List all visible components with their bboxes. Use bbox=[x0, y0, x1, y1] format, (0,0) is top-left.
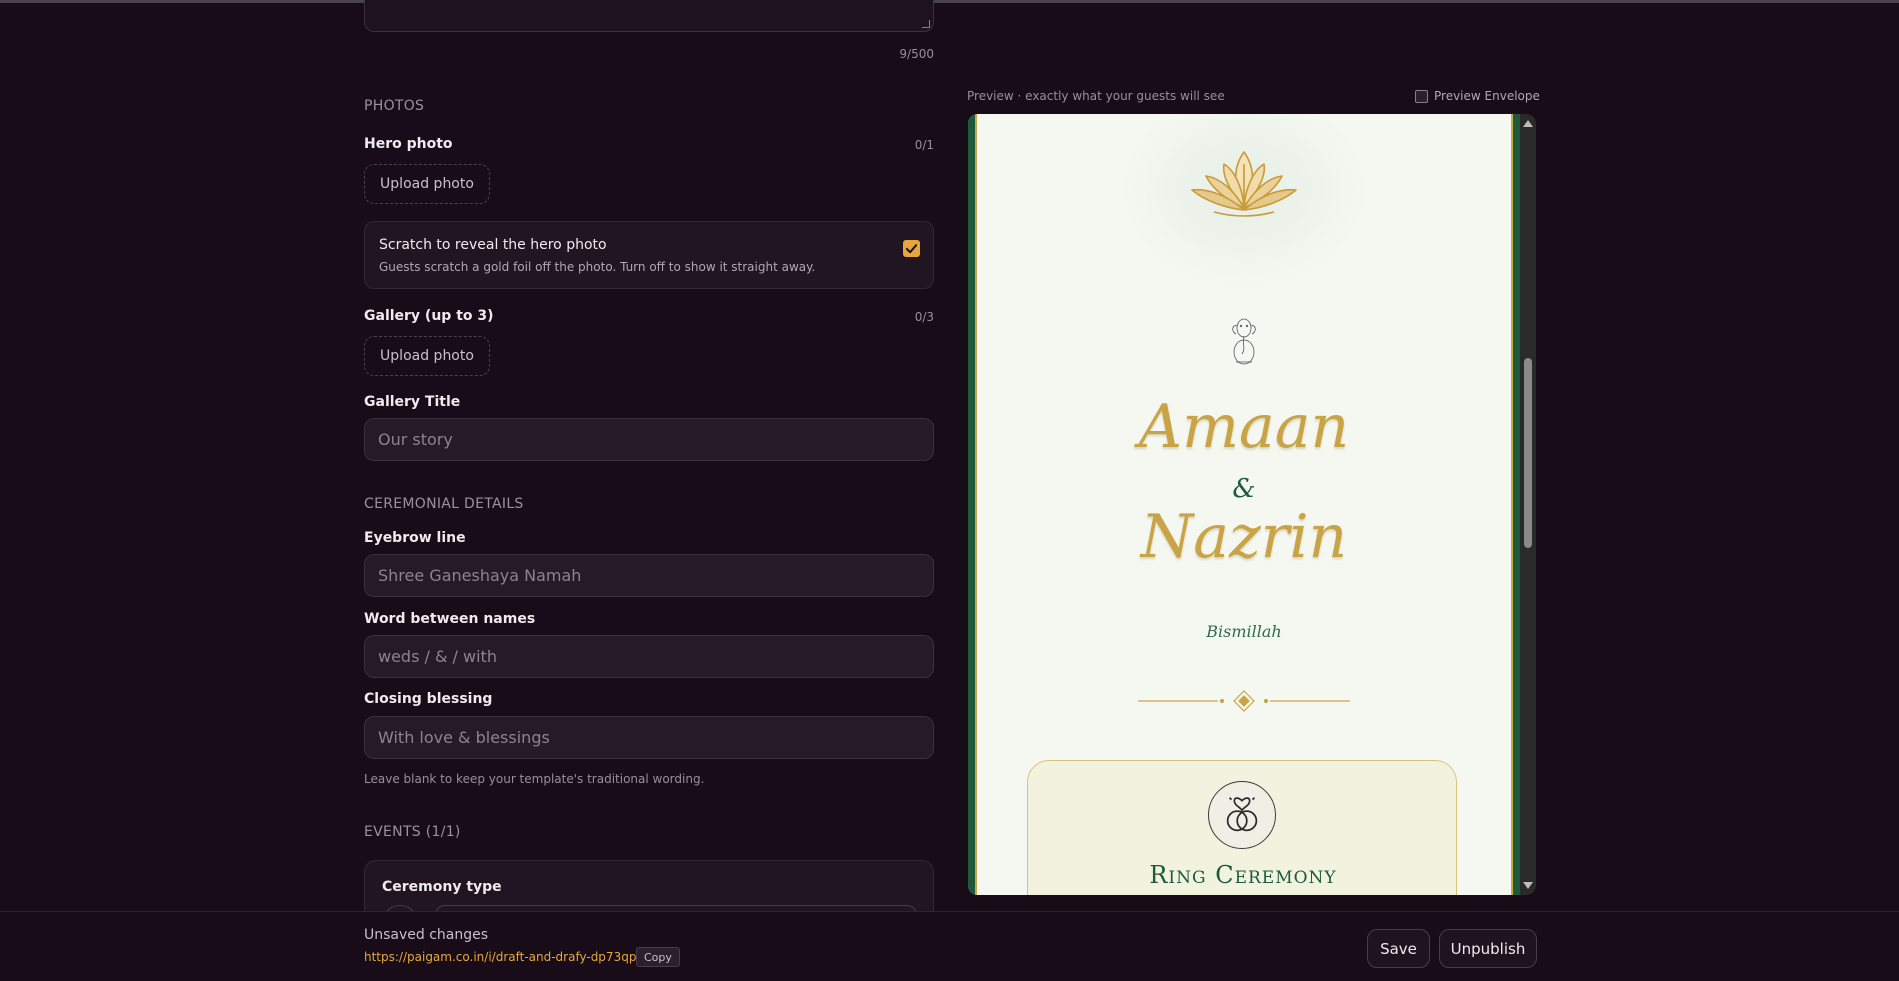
preview-envelope-toggle[interactable]: Preview Envelope bbox=[1415, 89, 1540, 103]
bottom-action-bar: Unsaved changes https://paigam.co.in/i/d… bbox=[0, 911, 1899, 981]
rings-icon bbox=[1208, 781, 1276, 849]
section-title-photos: PHOTOS bbox=[364, 98, 425, 114]
word-between-label: Word between names bbox=[364, 611, 536, 627]
ceremony-type-label: Ceremony type bbox=[382, 879, 502, 895]
invite-name-1: Amaan bbox=[1138, 392, 1350, 462]
invite-card: Amaan & Nazrin Bismillah Ring Ceremony bbox=[968, 114, 1520, 895]
message-char-counter: 9/500 bbox=[899, 47, 934, 61]
hero-photo-label: Hero photo bbox=[364, 136, 453, 152]
save-button[interactable]: Save bbox=[1367, 929, 1430, 968]
gallery-title-input[interactable] bbox=[364, 418, 934, 461]
rings-heart-icon bbox=[1226, 797, 1258, 832]
checkmark-icon bbox=[905, 244, 918, 254]
invite-blessing: Bismillah bbox=[1206, 622, 1282, 641]
unsaved-status: Unsaved changes bbox=[364, 927, 489, 943]
preview-scrollbar[interactable] bbox=[1520, 114, 1536, 895]
invite-editor-form: 9/500 PHOTOS Hero photo 0/1 Upload photo… bbox=[364, 0, 934, 911]
invite-preview-frame[interactable]: Amaan & Nazrin Bismillah Ring Ceremony bbox=[968, 114, 1536, 895]
closing-blessing-label: Closing blessing bbox=[364, 691, 493, 707]
resize-handle-icon[interactable] bbox=[922, 20, 930, 28]
scrollbar-thumb[interactable] bbox=[1524, 358, 1532, 548]
preview-envelope-label: Preview Envelope bbox=[1434, 89, 1540, 103]
message-textarea[interactable] bbox=[364, 0, 934, 32]
gallery-upload-button[interactable]: Upload photo bbox=[364, 336, 490, 376]
invite-connector: & bbox=[1232, 474, 1256, 504]
word-between-input[interactable] bbox=[364, 635, 934, 678]
preview-envelope-checkbox[interactable] bbox=[1415, 89, 1428, 103]
closing-blessing-input[interactable] bbox=[364, 716, 934, 759]
invite-link[interactable]: https://paigam.co.in/i/draft-and-drafy-d… bbox=[364, 950, 636, 964]
event-card: Ceremony type bbox=[364, 860, 934, 911]
scratch-reveal-title: Scratch to reveal the hero photo bbox=[379, 237, 607, 253]
copy-link-button[interactable]: Copy bbox=[636, 947, 680, 967]
eyebrow-input[interactable] bbox=[364, 554, 934, 597]
scroll-down-arrow-icon[interactable] bbox=[1523, 882, 1533, 889]
scroll-up-arrow-icon[interactable] bbox=[1523, 120, 1533, 127]
ceremonial-hint: Leave blank to keep your template's trad… bbox=[364, 772, 705, 786]
event-ring-ceremony-card: Ring Ceremony bbox=[1027, 760, 1457, 895]
hero-upload-button[interactable]: Upload photo bbox=[364, 164, 490, 204]
eyebrow-label: Eyebrow line bbox=[364, 530, 466, 546]
invite-name-2: Nazrin bbox=[1140, 502, 1348, 572]
section-title-events: EVENTS (1/1) bbox=[364, 824, 461, 840]
ganesha-sketch-icon bbox=[1232, 318, 1256, 365]
gallery-title-label: Gallery Title bbox=[364, 394, 461, 410]
ornamental-divider-icon bbox=[1138, 690, 1350, 712]
window-top-edge bbox=[0, 0, 1899, 3]
preview-caption: Preview · exactly what your guests will … bbox=[967, 89, 1225, 103]
scratch-reveal-option[interactable]: Scratch to reveal the hero photo Guests … bbox=[364, 221, 934, 289]
lotus-icon bbox=[1191, 151, 1297, 217]
unpublish-button[interactable]: Unpublish bbox=[1439, 929, 1537, 968]
section-title-ceremonial: CEREMONIAL DETAILS bbox=[364, 496, 524, 512]
scratch-reveal-description: Guests scratch a gold foil off the photo… bbox=[379, 260, 816, 274]
gallery-counter: 0/3 bbox=[914, 310, 934, 324]
gallery-label: Gallery (up to 3) bbox=[364, 308, 494, 324]
hero-photo-counter: 0/1 bbox=[914, 138, 934, 152]
event-ring-ceremony-title: Ring Ceremony bbox=[1149, 861, 1337, 889]
scratch-reveal-checkbox[interactable] bbox=[903, 240, 920, 257]
